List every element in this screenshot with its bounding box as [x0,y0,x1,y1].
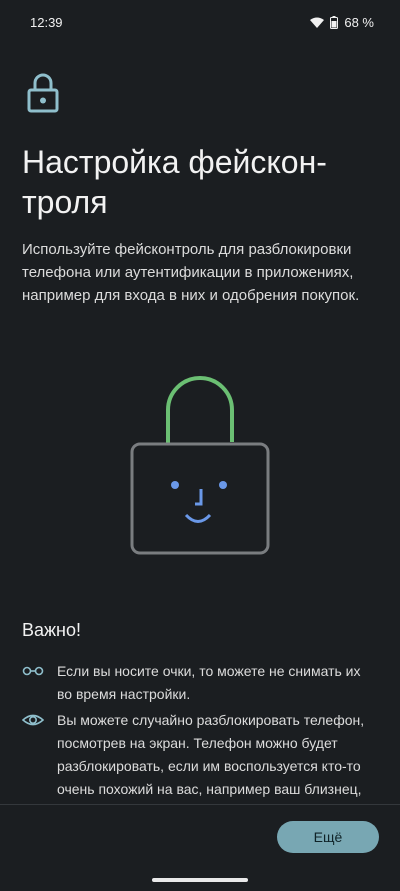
wifi-icon [310,17,325,28]
navigation-handle[interactable] [152,878,248,882]
more-button[interactable]: Ещё [277,821,379,853]
tip-text: Вы можете случайно разблокировать телефо… [57,712,365,797]
tip-glasses: Если вы носите очки, то можете не снимат… [22,660,378,706]
battery-percent: 68 % [344,14,374,30]
eye-icon [21,709,45,731]
face-unlock-illustration [120,370,280,560]
lock-icon [26,72,60,114]
status-icons: 68 % [310,15,374,30]
status-time: 12:39 [30,14,63,30]
page-title-text: Настройка фейскон- троля [22,144,327,220]
page-title: Настройка фейскон- троля [22,142,378,222]
tip-eye: Вы можете случайно разблокировать телефо… [21,709,378,809]
scroll-fade [0,795,400,804]
battery-icon [330,15,339,29]
description: Используйте фейсконтроль для разблокиров… [22,241,360,304]
status-bar: 12:39 68 % [0,0,400,44]
glasses-icon [22,660,44,682]
important-title: Важно! [22,620,82,640]
tip-text: Если вы носите очки, то можете не снимат… [57,663,361,702]
footer: Ещё [0,804,400,891]
